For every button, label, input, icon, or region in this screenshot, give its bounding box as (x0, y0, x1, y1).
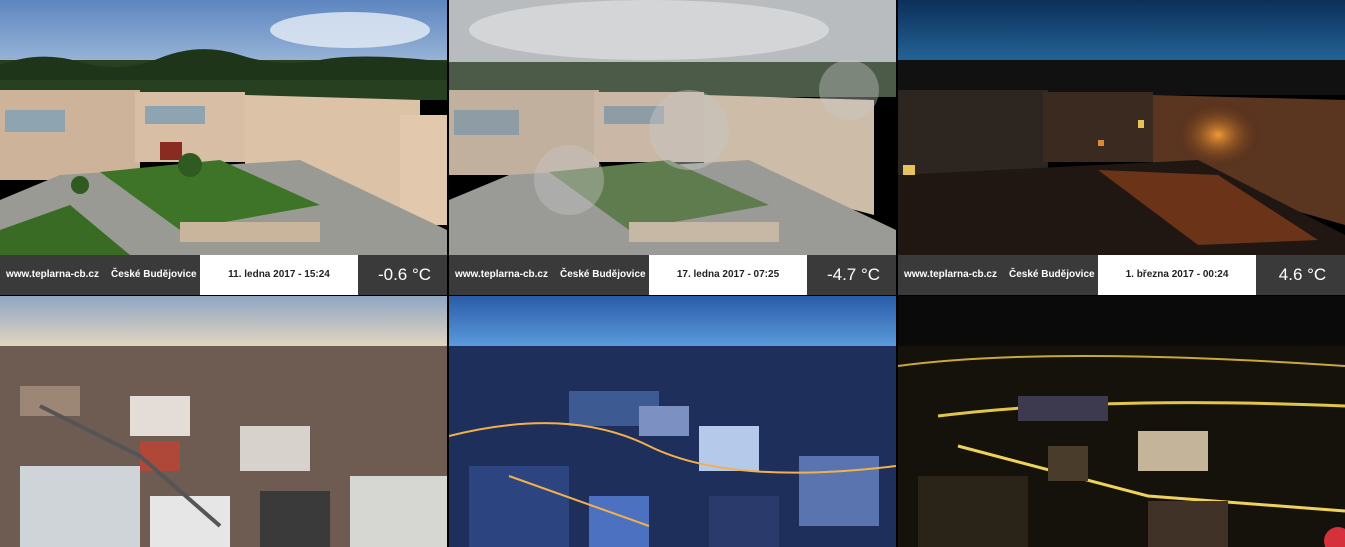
webcam-collage: www.teplarna-cb.cz České Budějovice 11. l… (0, 0, 1345, 547)
date-label: 11. ledna 2017 - 15:24 (200, 255, 358, 295)
temperature-label: -0.6 °C (377, 265, 432, 284)
caption-bar: www.teplarna-cb.cz České Budějovice 17. l… (449, 255, 896, 295)
panel-courtyard-fog: www.teplarna-cb.cz České Budějovice 17. l… (449, 0, 896, 295)
caption-bar: www.teplarna-cb.cz České Budějovice 11. l… (0, 255, 447, 295)
courtyard-night-photo (898, 0, 1345, 255)
courtyard-fog-photo (449, 0, 896, 255)
city-night-photo (898, 296, 1345, 547)
caption-bar: www.teplarna-cb.cz České Budějovice 1. bř… (898, 255, 1345, 295)
temperature-label: -4.7 °C (826, 265, 881, 284)
watermark-text: www.teplarna-cb.cz České Budějovice (6, 269, 197, 280)
watermark-text: www.teplarna-cb.cz České Budějovice (455, 269, 646, 280)
city-blue-hour-photo (449, 296, 896, 547)
panel-city-night (898, 296, 1345, 547)
courtyard-day-photo (0, 0, 447, 255)
panel-city-blue-hour (449, 296, 896, 547)
city-dusk-photo (0, 296, 447, 547)
date-label: 17. ledna 2017 - 07:25 (649, 255, 807, 295)
date-label: 1. března 2017 - 00:24 (1098, 255, 1256, 295)
temperature-label: 4.6 °C (1278, 265, 1327, 284)
panel-city-dusk (0, 296, 447, 547)
panel-courtyard-day: www.teplarna-cb.cz České Budějovice 11. l… (0, 0, 447, 295)
panel-courtyard-night: www.teplarna-cb.cz České Budějovice 1. bř… (898, 0, 1345, 295)
watermark-text: www.teplarna-cb.cz České Budějovice (904, 269, 1095, 280)
